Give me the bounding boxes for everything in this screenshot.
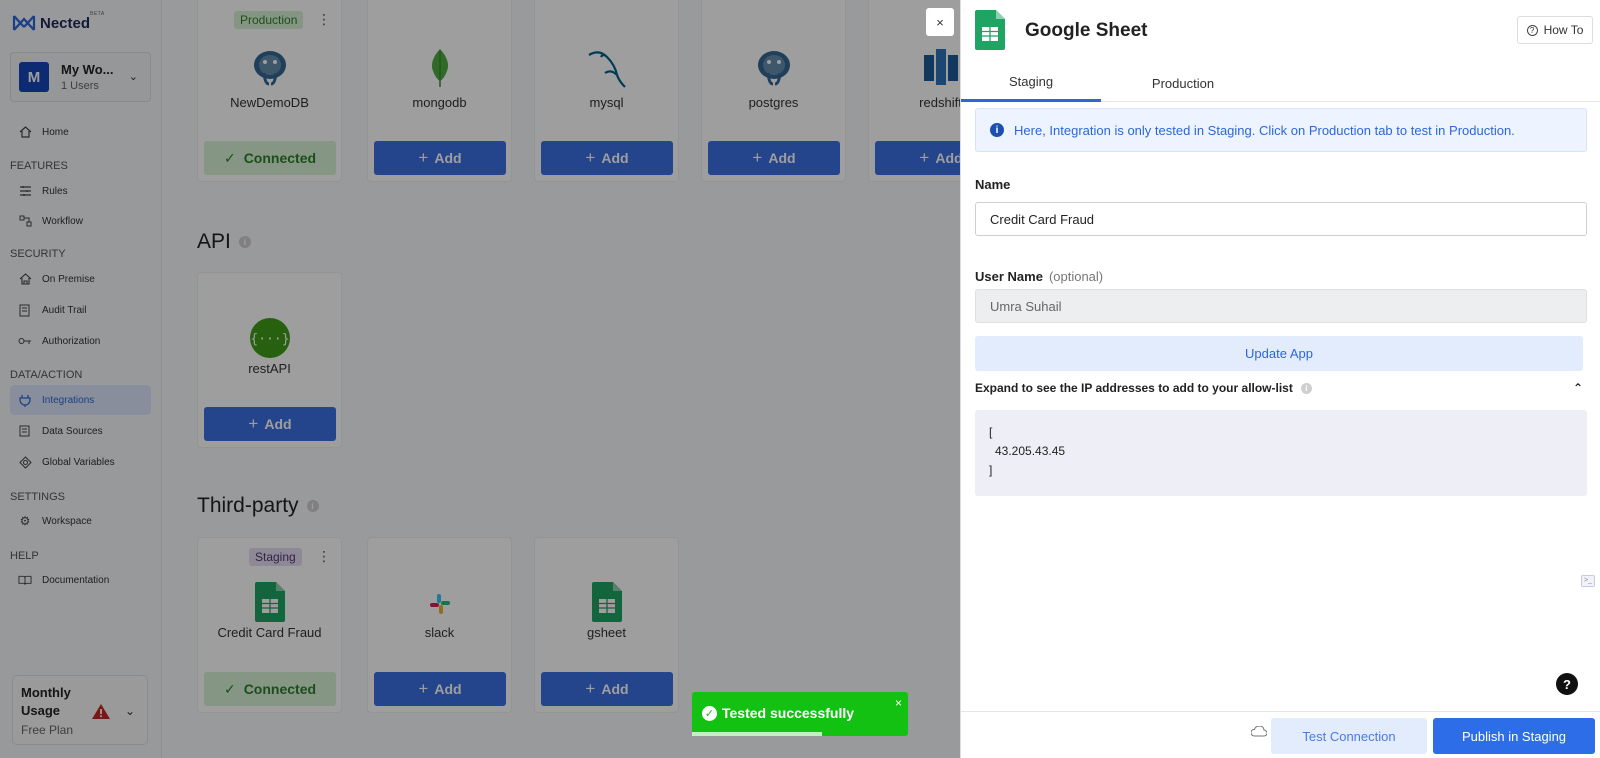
panel-footer: Test Connection Publish in Staging — [961, 711, 1600, 758]
update-app-button[interactable]: Update App — [975, 336, 1583, 371]
chevron-up-icon: ⌃ — [1572, 381, 1583, 395]
toast-close-icon[interactable]: × — [895, 696, 902, 710]
banner-text: Here, Integration is only tested in Stag… — [1014, 122, 1515, 138]
toast-message: Tested successfully — [722, 705, 855, 721]
chat-widget-icon[interactable]: >_ — [1581, 575, 1595, 587]
ip-address: 43.205.43.45 — [995, 444, 1066, 458]
publish-in-staging-button[interactable]: Publish in Staging — [1433, 718, 1595, 754]
name-input[interactable]: Credit Card Fraud — [975, 202, 1587, 236]
how-to-button[interactable]: ? How To — [1517, 16, 1593, 44]
toast-progress-bar — [692, 732, 822, 736]
cloud-icon — [1250, 725, 1268, 740]
question-circle-icon: ? — [1526, 24, 1538, 36]
help-button[interactable]: ? — [1556, 673, 1578, 695]
success-toast: ✓ Tested successfully × — [692, 692, 908, 736]
name-label: Name — [975, 177, 1011, 192]
tab-production[interactable]: Production — [1113, 64, 1253, 102]
ip-list-open: [ — [989, 425, 993, 439]
ip-allowlist-label: Expand to see the IP addresses to add to… — [975, 381, 1293, 395]
google-sheet-icon — [975, 10, 1005, 55]
ip-list-close: ] — [989, 463, 993, 477]
info-icon: i — [990, 123, 1004, 137]
modal-backdrop[interactable] — [0, 0, 960, 758]
ip-allowlist-toggle[interactable]: Expand to see the IP addresses to add to… — [975, 381, 1587, 395]
check-circle-icon: ✓ — [702, 706, 717, 721]
integration-panel: Google Sheet ? How To Staging Production… — [960, 0, 1600, 758]
info-icon: i — [1300, 382, 1312, 394]
panel-title: Google Sheet — [1025, 20, 1148, 41]
optional-hint: (optional) — [1048, 269, 1104, 284]
username-label: User Name (optional) — [975, 269, 1104, 284]
test-connection-button[interactable]: Test Connection — [1271, 718, 1427, 754]
tab-staging[interactable]: Staging — [961, 64, 1101, 102]
info-banner: i Here, Integration is only tested in St… — [975, 108, 1587, 152]
close-panel-button[interactable]: × — [926, 8, 954, 36]
username-input: Umra Suhail — [975, 289, 1587, 323]
ip-address-list: [ 43.205.43.45 ] — [975, 410, 1587, 496]
environment-tabs: Staging Production — [961, 64, 1600, 102]
